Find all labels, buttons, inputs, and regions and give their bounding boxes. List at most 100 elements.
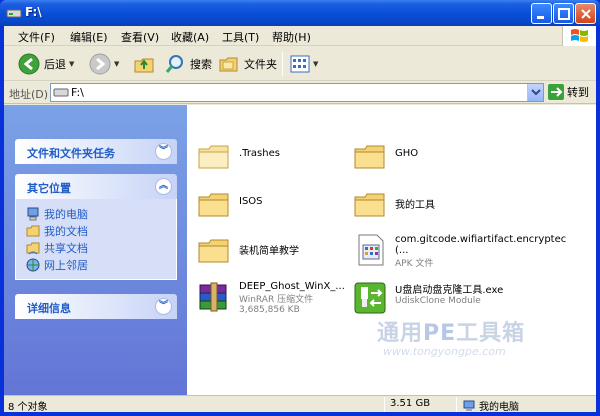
- chevron-down-icon: [531, 89, 541, 96]
- status-divider: [384, 397, 385, 412]
- search-label: 搜索: [190, 58, 212, 71]
- file-name: 装机简单教学: [239, 246, 299, 257]
- watermark-url: www.tongyongpe.com: [383, 345, 506, 358]
- search-icon: [165, 55, 183, 73]
- expand-chevron-icon[interactable]: ︾: [155, 298, 172, 315]
- computer-icon: [26, 207, 40, 221]
- tasks-panel: 文件和文件夹任务 ︾: [15, 139, 177, 164]
- watermark-title: 通用PE工具箱: [377, 321, 526, 346]
- file-name: 我的工具: [395, 200, 435, 211]
- file-size: 3,685,856 KB: [239, 305, 300, 315]
- folder-icon: [353, 187, 387, 221]
- file-item[interactable]: 我的工具: [353, 187, 435, 221]
- tasks-panel-header[interactable]: 文件和文件夹任务 ︾: [15, 139, 177, 164]
- folders-label: 文件夹: [244, 58, 277, 71]
- forward-button[interactable]: ▼: [89, 51, 119, 77]
- go-label: 转到: [567, 86, 589, 99]
- file-item[interactable]: com.gitcode.wifiartifact.encryptec (... …: [353, 233, 567, 269]
- go-arrow-icon: [548, 84, 564, 100]
- folder-icon: [197, 139, 231, 173]
- address-input[interactable]: F:\: [50, 83, 544, 102]
- details-panel-header[interactable]: 详细信息 ︾: [15, 294, 177, 319]
- explorer-window: F:\ 文件(F) 编辑(E) 查看(V) 收藏(A) 工具(T) 帮助(H): [0, 0, 600, 416]
- drive-icon: [6, 9, 22, 18]
- menu-tools[interactable]: 工具(T): [222, 29, 259, 45]
- address-value: F:\: [71, 86, 84, 99]
- link-shared-documents-label: 共享文档: [44, 241, 88, 255]
- menu-view[interactable]: 查看(V): [121, 29, 159, 45]
- go-button[interactable]: 转到: [548, 84, 589, 100]
- back-button[interactable]: 后退 ▼: [18, 51, 74, 77]
- chevron-down-icon: ▼: [114, 60, 120, 68]
- file-item[interactable]: GHO: [353, 139, 418, 173]
- collapse-chevron-icon[interactable]: ︽: [155, 178, 172, 195]
- chevron-down-icon: ▼: [313, 60, 319, 68]
- window-title: F:\: [25, 5, 42, 19]
- menu-bar: 文件(F) 编辑(E) 查看(V) 收藏(A) 工具(T) 帮助(H): [4, 26, 596, 46]
- forward-arrow-icon: [89, 53, 111, 75]
- minimize-icon: [537, 16, 544, 19]
- folder-icon: [353, 139, 387, 173]
- menu-edit[interactable]: 编辑(E): [70, 29, 108, 45]
- title-bar[interactable]: F:\: [0, 0, 600, 26]
- expand-chevron-icon[interactable]: ︾: [155, 143, 172, 160]
- toolbar: 后退 ▼ ▼ 搜索 文件夹 ▼: [4, 47, 596, 81]
- file-item[interactable]: 装机简单教学: [197, 233, 299, 267]
- link-network-places-label: 网上邻居: [44, 258, 88, 272]
- link-my-computer[interactable]: 我的电脑: [26, 205, 176, 222]
- file-item[interactable]: .Trashes: [197, 139, 280, 173]
- menu-favorites[interactable]: 收藏(A): [171, 29, 209, 45]
- views-button[interactable]: ▼: [290, 51, 318, 77]
- file-list: 通用PE工具箱 www.tongyongpe.com .Trashes GHO: [187, 105, 596, 395]
- usb-clone-tool-icon: [353, 281, 387, 315]
- folders-button[interactable]: 文件夹: [218, 51, 277, 77]
- maximize-icon: [558, 8, 570, 20]
- status-divider: [456, 397, 457, 412]
- status-object-count: 8 个对象: [8, 402, 48, 413]
- folder-icon: [197, 187, 231, 221]
- minimize-button[interactable]: [531, 3, 552, 24]
- network-icon: [26, 258, 40, 272]
- shared-folder-icon: [26, 241, 40, 255]
- status-location-label: 我的电脑: [479, 402, 519, 413]
- file-item[interactable]: DEEP_Ghost_WinX_... WinRAR 压缩文件 3,685,85…: [197, 281, 345, 315]
- toolbar-separator: [282, 52, 283, 76]
- link-network-places[interactable]: 网上邻居: [26, 256, 176, 273]
- close-icon: [581, 9, 591, 19]
- winrar-archive-icon: [197, 281, 231, 315]
- maximize-button[interactable]: [553, 3, 574, 24]
- file-item[interactable]: ISOS: [197, 187, 263, 221]
- views-icon: [290, 55, 310, 73]
- up-folder-icon: [134, 58, 154, 73]
- computer-icon: [463, 400, 475, 411]
- back-arrow-icon: [18, 53, 40, 75]
- file-name: U盘启动盘克隆工具.exe: [395, 285, 504, 296]
- link-my-documents[interactable]: 我的文档: [26, 222, 176, 239]
- folder-icon: [197, 233, 231, 267]
- menu-file[interactable]: 文件(F): [18, 29, 55, 45]
- folders-icon: [219, 57, 238, 72]
- details-panel: 详细信息 ︾: [15, 294, 177, 319]
- file-name: DEEP_Ghost_WinX_...: [239, 281, 345, 292]
- search-button[interactable]: 搜索: [164, 51, 212, 77]
- file-item[interactable]: U盘启动盘克隆工具.exe UdiskClone Module: [353, 281, 503, 315]
- file-name: .Trashes: [239, 148, 280, 159]
- link-shared-documents[interactable]: 共享文档: [26, 239, 176, 256]
- file-name: com.gitcode.wifiartifact.encryptec (...: [395, 234, 567, 256]
- file-name: GHO: [395, 148, 419, 159]
- other-places-header[interactable]: 其它位置 ︽: [15, 174, 177, 199]
- task-pane: 文件和文件夹任务 ︾ 其它位置 ︽ 我的电脑 我的文档 共享文档 网上邻居 详细…: [4, 105, 187, 395]
- chevron-down-icon: ▼: [69, 60, 75, 68]
- close-button[interactable]: [575, 3, 596, 24]
- details-panel-title: 详细信息: [27, 302, 71, 315]
- status-location: 我的电脑: [462, 398, 519, 413]
- documents-folder-icon: [26, 224, 40, 238]
- menu-help[interactable]: 帮助(H): [272, 29, 311, 45]
- apk-file-icon: [353, 233, 387, 267]
- drive-icon: [53, 88, 69, 97]
- up-folder-button[interactable]: [133, 51, 155, 77]
- address-label: 地址(D): [9, 88, 49, 101]
- file-name: ISOS: [239, 196, 263, 207]
- windows-logo-icon: [562, 26, 596, 46]
- address-dropdown-button[interactable]: [527, 84, 543, 101]
